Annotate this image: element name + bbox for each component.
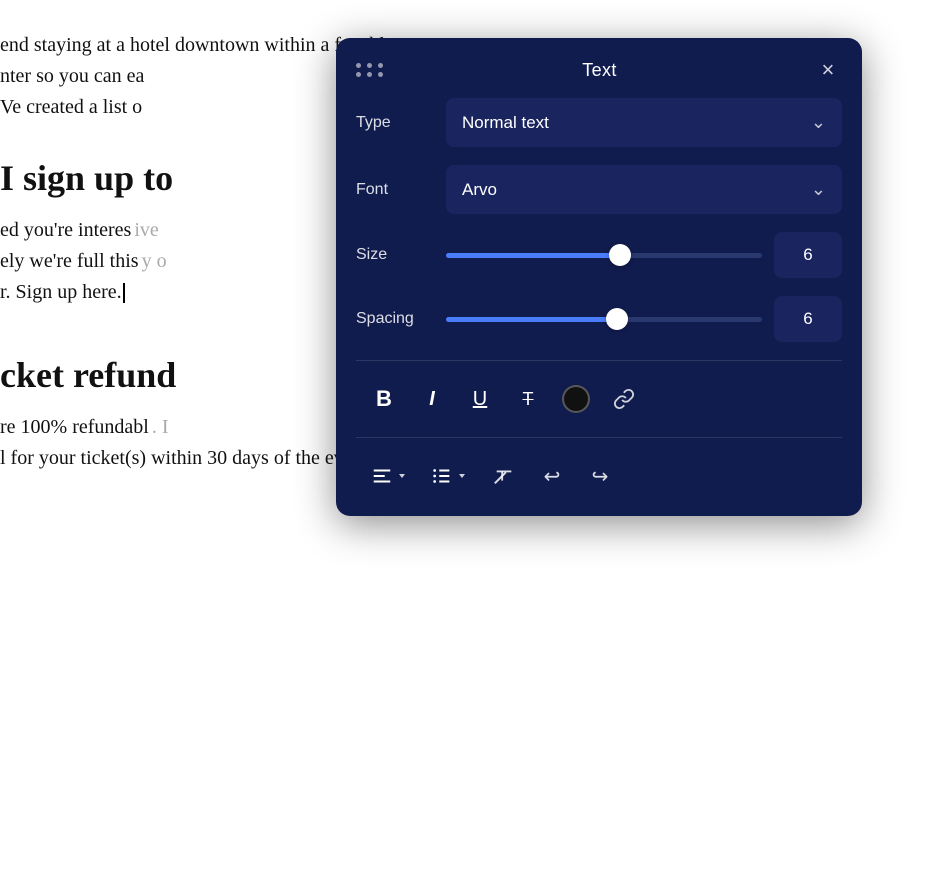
drag-dot [378, 63, 383, 68]
text-cursor [123, 283, 125, 303]
undo-button[interactable]: ↩ [528, 454, 576, 498]
spacing-label: Spacing [356, 310, 446, 328]
drag-dot [356, 72, 361, 77]
format-bar-1: B I U T [356, 377, 842, 421]
spacing-slider-track[interactable] [446, 317, 762, 322]
redo-button[interactable]: ↪ [576, 454, 624, 498]
bold-button[interactable]: B [360, 377, 408, 421]
clear-format-button[interactable] [480, 454, 528, 498]
drag-handle[interactable] [356, 63, 385, 77]
strikethrough-button[interactable]: T [504, 377, 552, 421]
font-select-value: Arvo [462, 180, 497, 200]
chevron-down-icon: ⌄ [811, 112, 826, 133]
panel-title: Text [582, 60, 616, 81]
clear-format-icon [493, 465, 515, 487]
spacing-row: Spacing 6 [356, 296, 842, 342]
link-icon [613, 388, 635, 410]
panel-divider-1 [356, 360, 842, 361]
text-panel: Text × Type Normal text ⌄ Font Arvo ⌄ Si… [336, 38, 862, 516]
type-select-value: Normal text [462, 113, 549, 133]
size-label: Size [356, 246, 446, 264]
format-bar-2: ↩ ↪ [356, 454, 842, 498]
chevron-down-icon: ⌄ [811, 179, 826, 200]
size-slider-thumb[interactable] [609, 244, 631, 266]
drag-dot [367, 63, 372, 68]
italic-button[interactable]: I [408, 377, 456, 421]
size-slider-container: 6 [446, 232, 842, 278]
font-label: Font [356, 181, 446, 199]
type-row: Type Normal text ⌄ [356, 98, 842, 147]
spacing-slider-thumb[interactable] [606, 308, 628, 330]
font-row: Font Arvo ⌄ [356, 165, 842, 214]
font-select[interactable]: Arvo ⌄ [446, 165, 842, 214]
color-button[interactable] [552, 377, 600, 421]
size-value-box[interactable]: 6 [774, 232, 842, 278]
type-select[interactable]: Normal text ⌄ [446, 98, 842, 147]
color-swatch [562, 385, 590, 413]
spacing-value-box[interactable]: 6 [774, 296, 842, 342]
drag-dot [356, 63, 361, 68]
size-slider-track[interactable] [446, 253, 762, 258]
size-row: Size 6 [356, 232, 842, 278]
panel-divider-2 [356, 437, 842, 438]
chevron-down-icon [457, 471, 467, 481]
list-button[interactable] [418, 454, 480, 498]
align-icon [371, 465, 393, 487]
type-label: Type [356, 114, 446, 132]
panel-body: Type Normal text ⌄ Font Arvo ⌄ Size 6 [336, 98, 862, 498]
underline-button[interactable]: U [456, 377, 504, 421]
close-button[interactable]: × [814, 56, 842, 84]
drag-dot [367, 72, 372, 77]
link-button[interactable] [600, 377, 648, 421]
align-button[interactable] [360, 454, 418, 498]
spacing-slider-container: 6 [446, 296, 842, 342]
panel-header: Text × [336, 38, 862, 98]
drag-dot [378, 72, 383, 77]
list-icon [431, 465, 453, 487]
chevron-down-icon [397, 471, 407, 481]
